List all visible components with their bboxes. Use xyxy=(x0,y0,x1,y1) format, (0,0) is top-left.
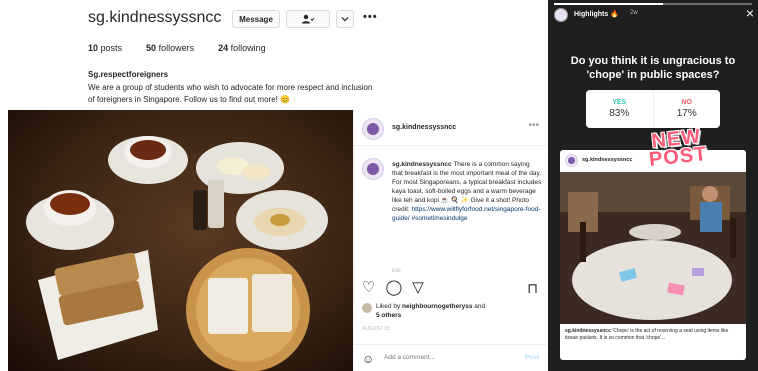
suggestions-dropdown-button[interactable] xyxy=(336,10,354,28)
avatar[interactable] xyxy=(362,118,384,140)
profile-username: sg.kindnessyssncc xyxy=(88,9,222,26)
person-check-icon xyxy=(302,14,315,24)
stat-following[interactable]: 24 following xyxy=(218,43,266,53)
caption-avatar[interactable] xyxy=(362,158,384,180)
likes-others-link[interactable]: 5 others xyxy=(376,312,401,319)
following-button[interactable] xyxy=(286,10,330,28)
poll-question: Do you think it is ungracious to 'chope'… xyxy=(570,55,736,81)
comment-post-button[interactable]: Post xyxy=(525,354,539,361)
chevron-down-icon xyxy=(341,17,349,22)
post-date: AUGUST 15 xyxy=(362,326,390,332)
share-icon[interactable]: ▽ xyxy=(412,280,424,295)
poll-option-no[interactable]: NO 17% xyxy=(652,90,721,128)
repost-username: sg.kindnessyssncc xyxy=(582,157,633,163)
caption-hashtag[interactable]: #sometimesindulge xyxy=(412,215,468,222)
repost-caption: sg.kindnessyssncc 'Chope' is the act of … xyxy=(565,328,729,341)
post-more-button[interactable]: ••• xyxy=(528,120,539,131)
comment-icon[interactable]: ◯ xyxy=(385,280,402,295)
emoji-icon[interactable]: ☺ xyxy=(362,352,374,366)
poll-option-yes[interactable]: YES 83% xyxy=(586,90,653,128)
reposted-post-card[interactable]: sg.kindnessyssncc sg.kindnessyssncc 'Cho… xyxy=(560,150,746,360)
food-court-photo-image xyxy=(560,172,746,324)
bio-text: We are a group of students who wish to a… xyxy=(88,83,373,104)
stat-posts[interactable]: 10 posts xyxy=(88,43,122,53)
comment-input[interactable] xyxy=(384,354,504,361)
repost-photo xyxy=(560,172,746,324)
story-progress-bar xyxy=(554,3,752,5)
heart-icon[interactable]: ♡ xyxy=(362,280,375,295)
poll-sticker: YES 83% NO 17% xyxy=(586,90,720,128)
message-button[interactable]: Message xyxy=(232,10,280,28)
liked-by: Liked by neighbournogetheryss and 5 othe… xyxy=(362,302,485,320)
close-icon[interactable]: × xyxy=(746,5,754,21)
post-caption: sg.kindnessyssncc There is a common sayi… xyxy=(392,160,542,223)
post-photo[interactable] xyxy=(8,110,353,371)
stat-followers[interactable]: 50 followers xyxy=(146,43,194,53)
caption-edit-label: Edit xyxy=(392,268,401,274)
profile-header: sg.kindnessyssncc Message ••• 10 posts 5… xyxy=(0,0,545,108)
liker-username[interactable]: neighbournogetheryss xyxy=(402,303,472,310)
comment-row: ☺ Post xyxy=(354,344,547,371)
liker-avatar xyxy=(362,303,372,313)
caption-username[interactable]: sg.kindnessyssncc xyxy=(392,161,452,168)
story-avatar[interactable] xyxy=(554,8,568,22)
profile-stats: 10 posts 50 followers 24 following xyxy=(88,43,266,53)
bookmark-icon[interactable]: ⊓ xyxy=(527,280,538,297)
story-title: Highlights 🔥 xyxy=(574,11,619,18)
bio-name: Sg.respectforeigners xyxy=(88,70,169,79)
post-panel: sg.kindnessyssncc ••• sg.kindnessyssncc … xyxy=(353,110,547,371)
post-username[interactable]: sg.kindnessyssncc xyxy=(392,124,456,131)
story-time: 2w xyxy=(630,10,638,16)
story-view[interactable]: Highlights 🔥 2w × Do you think it is ung… xyxy=(548,0,758,371)
new-post-sticker: NEW POST xyxy=(647,125,709,171)
post-header: sg.kindnessyssncc ••• xyxy=(354,110,547,146)
breakfast-photo-image xyxy=(8,110,353,371)
repost-avatar xyxy=(565,154,578,167)
more-options-button[interactable]: ••• xyxy=(363,11,378,23)
post-action-bar: ♡ ◯ ▽ xyxy=(362,280,424,295)
